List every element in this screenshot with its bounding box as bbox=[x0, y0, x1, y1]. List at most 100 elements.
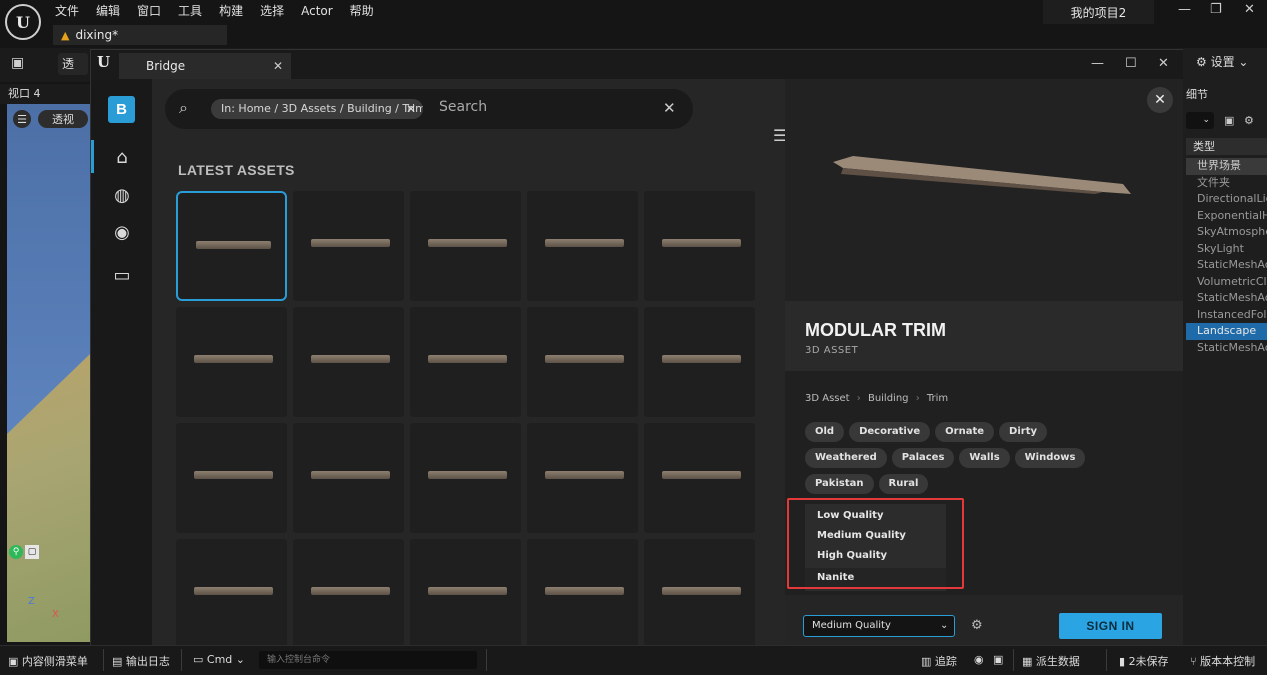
viewport-menu-icon[interactable]: ☰ bbox=[13, 110, 31, 128]
account-icon[interactable]: ◉ bbox=[110, 222, 134, 243]
chip-remove-icon[interactable]: ✕ bbox=[406, 99, 416, 119]
asset-tile[interactable] bbox=[176, 539, 287, 649]
asset-tile[interactable] bbox=[293, 423, 404, 533]
tag[interactable]: Dirty bbox=[999, 422, 1048, 442]
tag[interactable]: Weathered bbox=[805, 448, 887, 468]
asset-tile[interactable] bbox=[527, 191, 638, 301]
asset-tile[interactable] bbox=[644, 191, 755, 301]
asset-tile[interactable] bbox=[176, 423, 287, 533]
breadcrumb-item[interactable]: Trim bbox=[927, 393, 948, 404]
record-icon[interactable]: ◉ bbox=[974, 653, 984, 666]
bridge-minimize-icon[interactable]: — bbox=[1091, 56, 1104, 71]
link-icon[interactable]: ⚲ bbox=[9, 545, 23, 559]
path-filter-chip[interactable]: In: Home / 3D Assets / Building / Trim ✕ bbox=[211, 99, 423, 119]
output-log-button[interactable]: ▤ 输出日志 bbox=[112, 653, 170, 669]
source-control-button[interactable]: ⑂ 版本本控制 bbox=[1190, 653, 1255, 669]
bridge-tab-close-icon[interactable]: ✕ bbox=[273, 53, 283, 79]
menu-file[interactable]: 文件 bbox=[55, 2, 90, 20]
sign-in-button[interactable]: SIGN IN bbox=[1059, 613, 1162, 639]
asset-tile-selected[interactable] bbox=[176, 191, 287, 301]
asset-tile[interactable] bbox=[410, 423, 521, 533]
tag[interactable]: Rural bbox=[878, 474, 929, 494]
bridge-maximize-icon[interactable]: ☐ bbox=[1125, 56, 1137, 71]
asset-tile[interactable] bbox=[410, 307, 521, 417]
outliner-item[interactable]: VolumetricCl bbox=[1186, 274, 1267, 291]
minimize-icon[interactable]: — bbox=[1178, 2, 1191, 17]
cmd-button[interactable]: ▭ Cmd ⌄ bbox=[193, 653, 245, 666]
close-panel-button[interactable]: ✕ bbox=[1147, 87, 1173, 113]
unreal-logo-icon[interactable]: U bbox=[5, 4, 41, 40]
viewport-tab[interactable]: 视口 4 bbox=[0, 84, 90, 104]
menu-build[interactable]: 构建 bbox=[219, 2, 254, 20]
outliner-item-selected[interactable]: Landscape bbox=[1186, 323, 1267, 340]
bridge-close-icon[interactable]: ✕ bbox=[1158, 56, 1169, 71]
asset-tile[interactable] bbox=[410, 539, 521, 649]
globe-icon[interactable]: ◍ bbox=[110, 185, 134, 206]
close-icon[interactable]: ✕ bbox=[1244, 2, 1255, 17]
outliner-header[interactable]: 类型 bbox=[1186, 138, 1267, 155]
asset-tile[interactable] bbox=[176, 307, 287, 417]
unsaved-button[interactable]: ▮ 2未保存 bbox=[1119, 653, 1169, 669]
derived-data-button[interactable]: ▦ 派生数据 bbox=[1022, 653, 1080, 669]
outliner-item[interactable]: SkyAtmosphe bbox=[1186, 224, 1267, 241]
tag[interactable]: Walls bbox=[959, 448, 1010, 468]
maximize-icon[interactable]: ❐ bbox=[1210, 2, 1222, 17]
asset-tile[interactable] bbox=[293, 539, 404, 649]
asset-tile[interactable] bbox=[527, 423, 638, 533]
outliner-item[interactable]: StaticMeshAc bbox=[1186, 257, 1267, 274]
content-drawer-button[interactable]: ▣ 内容侧滑菜单 bbox=[8, 653, 88, 669]
asset-tile[interactable] bbox=[644, 539, 755, 649]
level-viewport[interactable] bbox=[7, 104, 90, 642]
search-input[interactable]: Search bbox=[439, 99, 487, 115]
camera-icon[interactable]: ▣ bbox=[993, 653, 1003, 666]
outliner-item[interactable]: DirectionalLig bbox=[1186, 191, 1267, 208]
select-mode-button[interactable]: 透 bbox=[58, 53, 88, 75]
search-bar[interactable]: ⌕ In: Home / 3D Assets / Building / Trim… bbox=[165, 89, 693, 129]
gear-icon[interactable]: ⚙ bbox=[1244, 114, 1254, 127]
asset-tile[interactable] bbox=[410, 191, 521, 301]
level-tab[interactable]: ▲ dixing* bbox=[53, 25, 227, 45]
monitor-icon[interactable]: ▭ bbox=[110, 265, 134, 286]
tag[interactable]: Ornate bbox=[935, 422, 995, 442]
quality-select[interactable]: Medium Quality ⌄ bbox=[803, 615, 955, 637]
asset-tile[interactable] bbox=[644, 423, 755, 533]
menu-window[interactable]: 窗口 bbox=[137, 2, 172, 20]
asset-tile[interactable] bbox=[644, 307, 755, 417]
outliner-item[interactable]: StaticMeshAc bbox=[1186, 290, 1267, 307]
tag[interactable]: Old bbox=[805, 422, 845, 442]
menu-actor[interactable]: Actor bbox=[301, 2, 344, 20]
tag[interactable]: Windows bbox=[1014, 448, 1086, 468]
home-icon[interactable]: ⌂ bbox=[110, 147, 134, 168]
console-input[interactable]: 输入控制台命令 bbox=[259, 651, 477, 669]
asset-tile[interactable] bbox=[293, 191, 404, 301]
bridge-logo-icon[interactable]: B bbox=[108, 96, 135, 123]
outliner-item[interactable]: SkyLight bbox=[1186, 241, 1267, 258]
screenshot-icon[interactable]: ▢ bbox=[25, 545, 39, 559]
outliner-item[interactable]: 文件夹 bbox=[1186, 175, 1267, 192]
settings-sliders-icon[interactable]: ⚙ bbox=[971, 618, 983, 633]
asset-tile[interactable] bbox=[293, 307, 404, 417]
outliner-item[interactable]: StaticMeshAc bbox=[1186, 340, 1267, 357]
outliner-item[interactable]: 世界场景 bbox=[1186, 158, 1267, 175]
tag[interactable]: Decorative bbox=[849, 422, 931, 442]
settings-button[interactable]: ⚙ 设置 ⌄ bbox=[1196, 53, 1248, 70]
menu-select[interactable]: 选择 bbox=[260, 2, 295, 20]
bridge-tab[interactable]: Bridge bbox=[119, 53, 291, 79]
clear-search-icon[interactable]: ✕ bbox=[663, 99, 676, 117]
filter-dropdown[interactable]: ⌄ bbox=[1186, 112, 1214, 129]
outliner-item[interactable]: ExponentialH bbox=[1186, 208, 1267, 225]
outliner-item[interactable]: InstancedFoli bbox=[1186, 307, 1267, 324]
breadcrumb-item[interactable]: 3D Asset bbox=[805, 393, 850, 404]
menu-edit[interactable]: 编辑 bbox=[96, 2, 131, 20]
asset-tile[interactable] bbox=[527, 539, 638, 649]
tag[interactable]: Pakistan bbox=[805, 474, 874, 494]
menu-tools[interactable]: 工具 bbox=[178, 2, 213, 20]
trace-button[interactable]: ▥ 追踪 bbox=[921, 653, 957, 669]
perspective-button[interactable]: 透视 bbox=[38, 110, 88, 128]
menu-help[interactable]: 帮助 bbox=[350, 2, 385, 20]
save-icon[interactable]: ▣ bbox=[11, 55, 29, 73]
add-folder-icon[interactable]: ▣ bbox=[1224, 114, 1234, 127]
asset-tile[interactable] bbox=[527, 307, 638, 417]
tag[interactable]: Palaces bbox=[891, 448, 955, 468]
breadcrumb-item[interactable]: Building bbox=[868, 393, 909, 404]
